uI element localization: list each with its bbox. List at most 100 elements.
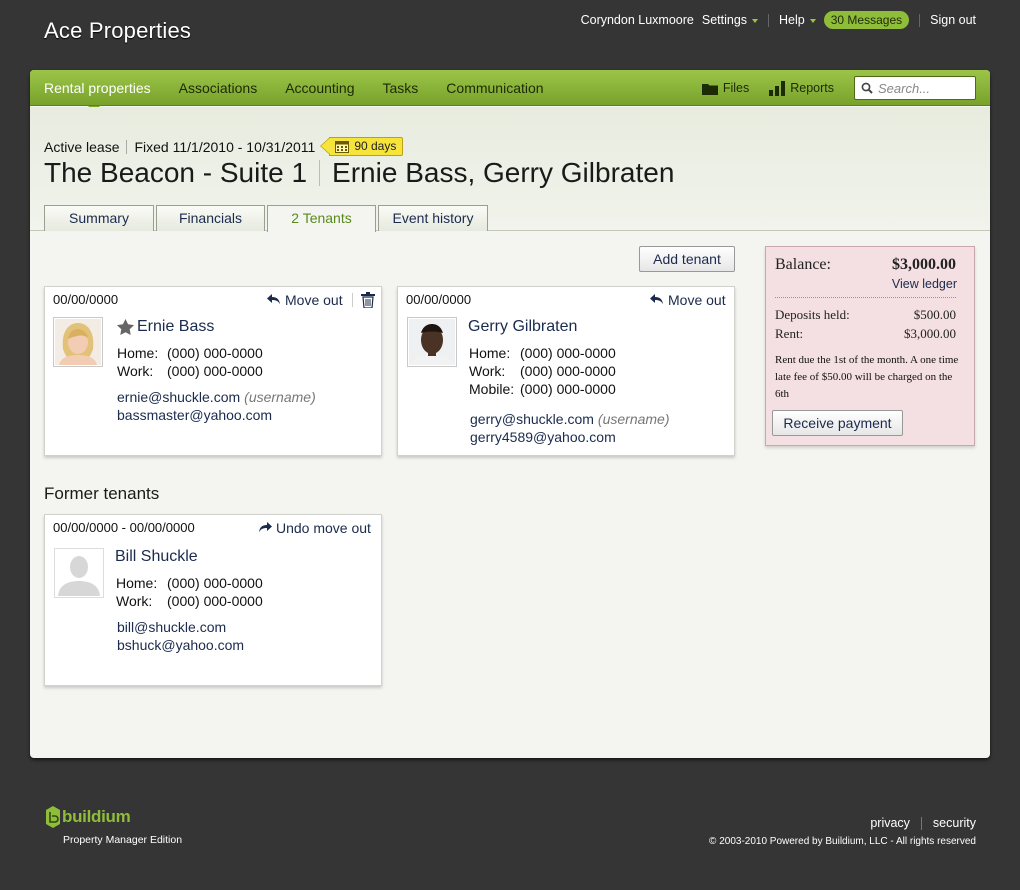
email-list: ernie@shuckle.com (username) bassmaster@y… — [117, 388, 316, 424]
divider — [319, 160, 321, 186]
settings-label: Settings — [701, 13, 748, 27]
email-secondary[interactable]: bassmaster@yahoo.com — [117, 406, 316, 424]
days-remaining-badge: 90 days — [320, 137, 404, 156]
tenant-names-title: Ernie Bass, Gerry Gilbraten — [332, 157, 675, 188]
phone-label: Home: — [469, 345, 511, 361]
nav-accounting[interactable]: Accounting — [271, 70, 368, 106]
phone-row: Work: (000) 000-0000 — [116, 592, 263, 610]
rent-value: $3,000.00 — [904, 326, 956, 341]
email-primary[interactable]: gerry@shuckle.com — [470, 411, 594, 427]
email-row: gerry@shuckle.com (username) — [470, 410, 670, 428]
rent-row: Rent: $3,000.00 — [775, 326, 956, 342]
email-primary[interactable]: ernie@shuckle.com — [117, 389, 240, 405]
tenant-name-label: Ernie Bass — [137, 318, 215, 335]
footer-links: privacy security — [870, 816, 976, 830]
balance-amount: $3,000.00 — [892, 256, 956, 273]
username-note: (username) — [597, 411, 670, 427]
security-link[interactable]: security — [933, 816, 976, 830]
folder-icon — [701, 83, 718, 95]
phone-label: Home: — [116, 575, 158, 591]
caret-down-icon — [809, 18, 816, 23]
nav-tools: Files Reports Search... — [701, 70, 976, 106]
email-secondary[interactable]: bshuck@yahoo.com — [117, 636, 244, 654]
undo-move-out-label: Undo move out — [276, 520, 371, 536]
rent-label: Rent: — [775, 326, 804, 341]
tenant-card: 00/00/0000 Move out Gerry Gilbraten Home… — [397, 286, 735, 456]
main-panel: Rental properties Associations Accountin… — [30, 70, 990, 758]
phone-row: Home: (000) 000-0000 — [469, 344, 616, 362]
tab-tenants[interactable]: 2 Tenants — [267, 205, 376, 232]
tenant-date: 00/00/0000 — [406, 292, 472, 307]
divider — [352, 293, 353, 307]
privacy-link[interactable]: privacy — [870, 816, 910, 830]
former-tenant-card: 00/00/0000 - 00/00/0000 Undo move out Bi… — [44, 514, 382, 686]
property-name: The Beacon - Suite 1 — [44, 157, 308, 188]
undo-arrow-icon — [650, 294, 663, 305]
search-placeholder: Search... — [878, 80, 931, 96]
phone-row: Home: (000) 000-0000 — [116, 574, 263, 592]
view-ledger-link[interactable]: View ledger — [892, 277, 957, 291]
tab-summary[interactable]: Summary — [44, 205, 154, 231]
messages-badge[interactable]: 30 Messages — [823, 11, 910, 29]
calendar-icon — [335, 141, 350, 153]
balance-label: Balance: — [775, 256, 831, 273]
username-note: (username) — [244, 389, 316, 405]
email-secondary[interactable]: gerry4589@yahoo.com — [470, 428, 670, 446]
search-icon — [861, 82, 873, 94]
settings-menu[interactable]: Settings — [701, 13, 759, 27]
nav-communication[interactable]: Communication — [432, 70, 557, 106]
email-primary[interactable]: bill@shuckle.com — [117, 618, 244, 636]
divider — [775, 297, 956, 298]
add-tenant-button[interactable]: Add tenant — [639, 246, 735, 272]
phone-label: Work: — [117, 363, 154, 379]
buildium-logo[interactable]: buildium — [46, 806, 131, 828]
main-nav: Rental properties Associations Accountin… — [30, 70, 990, 112]
search-input[interactable]: Search... — [854, 76, 976, 100]
phone-value: (000) 000-0000 — [167, 363, 263, 379]
tab-event-history[interactable]: Event history — [378, 205, 488, 231]
reports-link[interactable]: Reports — [769, 80, 834, 96]
nav-associations[interactable]: Associations — [165, 70, 272, 106]
email-list: gerry@shuckle.com (username) gerry4589@ya… — [470, 410, 670, 446]
trash-icon[interactable] — [361, 292, 375, 308]
tab-bar: Summary Financials 2 Tenants Event histo… — [44, 205, 490, 232]
lease-status: Active lease — [44, 138, 120, 155]
help-menu[interactable]: Help — [779, 13, 816, 27]
phone-list: Home: (000) 000-0000 Work: (000) 000-0000 — [116, 574, 263, 610]
sign-out-link[interactable]: Sign out — [930, 13, 976, 27]
reports-label: Reports — [790, 81, 834, 95]
brand-name: buildium — [62, 807, 131, 826]
undo-move-out-button[interactable]: Undo move out — [258, 520, 371, 536]
phone-value: (000) 000-0000 — [167, 345, 263, 361]
email-row: ernie@shuckle.com (username) — [117, 388, 316, 406]
days-badge-label: 90 days — [354, 139, 397, 153]
move-out-label: Move out — [285, 292, 343, 308]
move-out-button[interactable]: Move out — [267, 292, 343, 308]
nav-rental-properties[interactable]: Rental properties — [30, 70, 165, 112]
help-label: Help — [779, 13, 805, 27]
user-name[interactable]: Coryndon Luxmoore — [581, 13, 694, 27]
rent-note: Rent due the 1st of the month. A one tim… — [775, 354, 959, 400]
phone-value: (000) 000-0000 — [167, 593, 263, 609]
files-link[interactable]: Files — [701, 81, 750, 95]
app-title[interactable]: Ace Properties — [44, 18, 191, 44]
tenant-name[interactable]: Gerry Gilbraten — [468, 318, 577, 336]
phone-value: (000) 000-0000 — [520, 381, 616, 397]
divider — [920, 816, 922, 830]
redo-arrow-icon — [259, 522, 272, 533]
tenant-date: 00/00/0000 — [53, 292, 119, 307]
phone-label: Work: — [116, 593, 153, 609]
tab-financials[interactable]: Financials — [156, 205, 265, 231]
tenant-name[interactable]: Ernie Bass — [117, 318, 214, 336]
move-out-button[interactable]: Move out — [650, 292, 726, 308]
deposits-row: Deposits held: $500.00 — [775, 307, 956, 323]
star-icon — [117, 319, 134, 335]
copyright: © 2003-2010 Powered by Buildium, LLC - A… — [709, 836, 976, 847]
tenant-name[interactable]: Bill Shuckle — [115, 548, 198, 566]
nav-tasks[interactable]: Tasks — [369, 70, 433, 106]
deposits-label: Deposits held: — [775, 307, 850, 322]
tenant-name-label: Gerry Gilbraten — [468, 318, 578, 335]
divider — [768, 13, 770, 27]
files-label: Files — [722, 81, 750, 95]
receive-payment-button[interactable]: Receive payment — [772, 410, 903, 436]
